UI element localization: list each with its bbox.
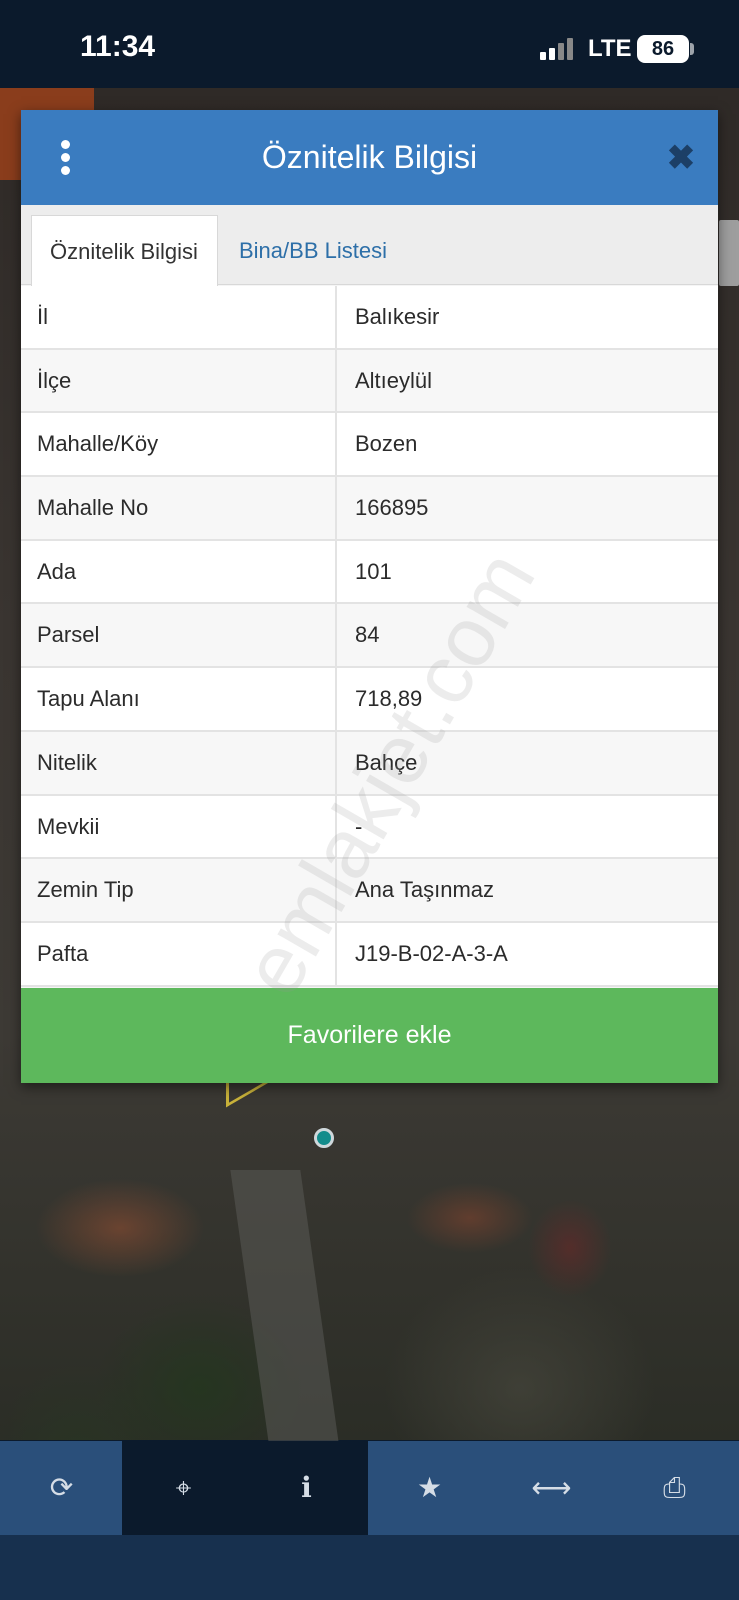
location-marker-icon[interactable] (314, 1128, 334, 1148)
attribute-table: İl Balıkesir İlçe Altıeylül Mahalle/Köy … (21, 286, 718, 987)
network-label: LTE (588, 35, 632, 62)
attr-key: Mahalle No (21, 477, 337, 539)
table-row: Parsel 84 (21, 604, 718, 669)
attr-key: Pafta (21, 922, 337, 985)
print-icon[interactable]: ⎙ (613, 1441, 736, 1535)
status-time: 11:34 (80, 30, 156, 63)
table-row: İl Balıkesir (21, 286, 718, 350)
attr-value: Ana Taşınmaz (355, 877, 495, 903)
attr-key: İlçe (21, 349, 337, 412)
table-row: Ada 101 (21, 540, 718, 605)
battery-icon: 86 (637, 35, 689, 63)
scroll-handle[interactable] (719, 220, 739, 286)
attr-value: Bahçe (355, 749, 418, 775)
close-icon[interactable]: ✖ (661, 138, 701, 178)
modal-title: Öznitelik Bilgisi (261, 139, 478, 175)
refresh-icon[interactable]: ⟳ (0, 1441, 123, 1535)
add-to-favorites-button[interactable]: Favorilere ekle (21, 988, 718, 1083)
attr-key: Zemin Tip (21, 859, 337, 921)
attr-value: Altıeylül (355, 367, 433, 393)
kebab-menu-icon[interactable] (55, 138, 75, 178)
crosshair-icon[interactable]: ⌖ (122, 1441, 245, 1535)
info-icon[interactable]: i (245, 1441, 368, 1535)
table-row: Mevkii - (21, 795, 718, 860)
attr-key: İl (21, 286, 337, 348)
attr-value: - (355, 813, 363, 839)
status-bar: 11:34 LTE 86 (0, 0, 739, 88)
table-row: Mahalle No 166895 (21, 477, 718, 541)
table-row: İlçe Altıeylül (21, 349, 718, 414)
bottom-toolbar: ⟳ ⌖ i ★ ⟷ ⎙ (0, 1441, 739, 1535)
table-row: Zemin Tip Ana Taşınmaz (21, 859, 718, 923)
signal-icon (540, 38, 576, 60)
attribute-info-modal: Öznitelik Bilgisi ✖ Öznitelik Bilgisi Bi… (21, 110, 718, 1083)
footer-bar (0, 1535, 739, 1600)
attr-key: Mahalle/Köy (21, 413, 337, 476)
measure-icon[interactable]: ⟷ (490, 1441, 613, 1535)
tab-bar: Öznitelik Bilgisi Bina/BB Listesi (21, 205, 718, 286)
attr-value: Balıkesir (355, 304, 440, 329)
attr-value: 84 (355, 622, 380, 648)
attr-value: 166895 (355, 495, 429, 521)
attr-value: 718,89 (355, 686, 423, 712)
tab-attribute-info[interactable]: Öznitelik Bilgisi (31, 215, 218, 286)
battery-cap (690, 43, 694, 55)
attr-key: Mevkii (21, 795, 337, 858)
attr-key: Nitelik (21, 731, 337, 794)
tab-building-list[interactable]: Bina/BB Listesi (221, 215, 405, 286)
attr-key: Parsel (21, 604, 337, 667)
star-icon[interactable]: ★ (368, 1441, 491, 1535)
attr-value: Bozen (355, 431, 418, 457)
table-row: Pafta J19-B-02-A-3-A (21, 922, 718, 987)
table-row: Tapu Alanı 718,89 (21, 668, 718, 732)
table-row: Nitelik Bahçe (21, 731, 718, 796)
attr-value: J19-B-02-A-3-A (355, 940, 508, 966)
attr-key: Ada (21, 540, 337, 603)
table-row: Mahalle/Köy Bozen (21, 413, 718, 478)
attr-value: 101 (355, 558, 392, 584)
attr-key: Tapu Alanı (21, 668, 337, 730)
modal-header: Öznitelik Bilgisi ✖ (21, 110, 718, 205)
